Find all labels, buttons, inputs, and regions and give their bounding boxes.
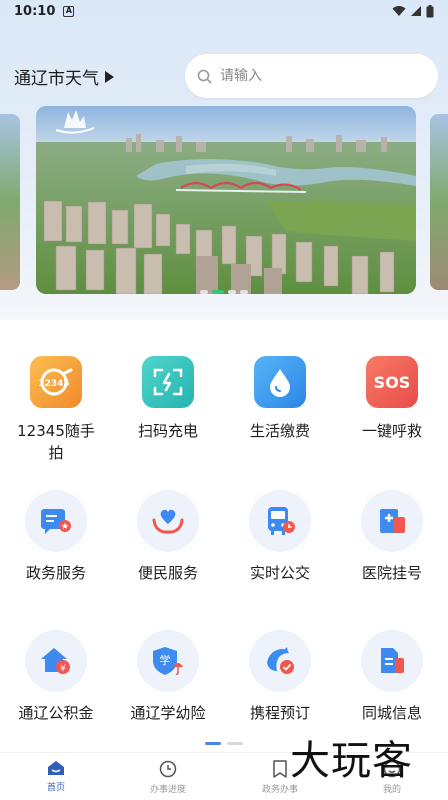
sos-icon: SOS [366, 356, 418, 408]
service-row: 政务服务 便民服务 实时公交 医院挂号 [0, 490, 448, 630]
banner-dot [240, 290, 248, 294]
status-icons [392, 4, 434, 18]
svg-text:12345: 12345 [38, 379, 69, 389]
nav-label: 我的 [382, 785, 401, 795]
profile-icon [383, 760, 401, 778]
status-bar: 10:10 A [0, 0, 448, 22]
banner-dot [228, 290, 236, 294]
home-icon [48, 761, 64, 775]
nav-profile[interactable]: 我的 [336, 753, 448, 800]
service-label: 政务服务 [25, 564, 86, 582]
search-box[interactable] [185, 54, 438, 98]
housing-fund-icon: ¥ [25, 630, 87, 692]
city-aerial-photo [36, 106, 416, 294]
banner-dot [200, 290, 208, 294]
bottom-nav: 首页 办事进度 政务办事 我的 [0, 752, 448, 800]
service-label: 医院挂号 [361, 564, 422, 582]
service-convenience[interactable]: 便民服务 [112, 490, 224, 630]
service-label: 通辽学幼险 [130, 704, 206, 722]
service-row: 12345 12345随手拍 扫码充电 生活缴费 SOS 一键呼救 [0, 350, 448, 490]
svg-text:学: 学 [160, 653, 171, 667]
search-icon [197, 69, 212, 83]
service-label: 便民服务 [137, 564, 198, 582]
service-city-info[interactable]: 同城信息 [336, 630, 448, 770]
clock-icon [159, 760, 177, 778]
notification-a-icon: A [63, 5, 75, 17]
service-ctrip[interactable]: 携程预订 [224, 630, 336, 770]
service-label: 携程预订 [249, 704, 310, 722]
bookmark-icon [273, 760, 287, 778]
banner-indicator [0, 290, 448, 296]
nav-label: 政务办事 [261, 785, 298, 795]
nav-affairs[interactable]: 政务办事 [224, 753, 336, 800]
service-label: 一键呼救 [361, 422, 422, 440]
banner-carousel[interactable] [0, 106, 448, 296]
nav-label: 首页 [46, 783, 65, 793]
battery-icon [426, 4, 434, 17]
page-dot [227, 742, 243, 745]
nav-home[interactable]: 首页 [0, 753, 112, 800]
service-sos[interactable]: SOS 一键呼救 [336, 350, 448, 490]
service-hospital[interactable]: 医院挂号 [336, 490, 448, 630]
banner-prev-slide[interactable] [0, 114, 20, 290]
service-life-payment[interactable]: 生活缴费 [224, 350, 336, 490]
city-weather-button[interactable]: 通辽市天气 [14, 64, 114, 89]
government-service-icon [25, 490, 87, 552]
camera-12345-icon: 12345 [30, 356, 82, 408]
svg-text:¥: ¥ [60, 664, 66, 674]
student-insurance-icon: 学 [137, 630, 199, 692]
service-12345[interactable]: 12345 12345随手拍 [0, 350, 112, 490]
banner-next-slide[interactable] [430, 114, 448, 290]
service-label: 通辽公积金 [18, 704, 94, 722]
signal-icon [411, 6, 421, 16]
banner-image[interactable] [36, 106, 416, 294]
city-info-icon [361, 630, 423, 692]
nav-label: 办事进度 [149, 785, 186, 795]
scan-charge-icon [142, 356, 194, 408]
header: 通辽市天气 [0, 50, 448, 102]
bus-icon [249, 490, 311, 552]
page-dot-active [205, 742, 221, 745]
water-drop-icon [254, 356, 306, 408]
service-student-insurance[interactable]: 学 通辽学幼险 [112, 630, 224, 770]
hospital-icon [361, 490, 423, 552]
grid-page-indicator [0, 742, 448, 745]
nav-progress[interactable]: 办事进度 [112, 753, 224, 800]
service-row: ¥ 通辽公积金 学 通辽学幼险 携程预订 同城信息 [0, 630, 448, 770]
status-time: 10:10 [14, 3, 56, 19]
service-bus[interactable]: 实时公交 [224, 490, 336, 630]
service-label: 生活缴费 [249, 422, 310, 440]
city-weather-label: 通辽市天气 [14, 69, 99, 89]
service-grid: 12345 12345随手拍 扫码充电 生活缴费 SOS 一键呼救 政务服务 便… [0, 350, 448, 770]
service-label: 12345随手拍 [17, 422, 95, 462]
service-scan-charge[interactable]: 扫码充电 [112, 350, 224, 490]
banner-dot-active [212, 290, 224, 294]
ctrip-dolphin-icon [249, 630, 311, 692]
heart-hand-icon [137, 490, 199, 552]
search-input[interactable] [220, 68, 400, 84]
wifi-icon [392, 6, 406, 16]
service-label: 扫码充电 [137, 422, 198, 440]
service-label: 实时公交 [249, 564, 310, 582]
service-housing-fund[interactable]: ¥ 通辽公积金 [0, 630, 112, 770]
service-label: 同城信息 [361, 704, 422, 722]
service-government[interactable]: 政务服务 [0, 490, 112, 630]
triangle-right-icon [105, 70, 114, 83]
